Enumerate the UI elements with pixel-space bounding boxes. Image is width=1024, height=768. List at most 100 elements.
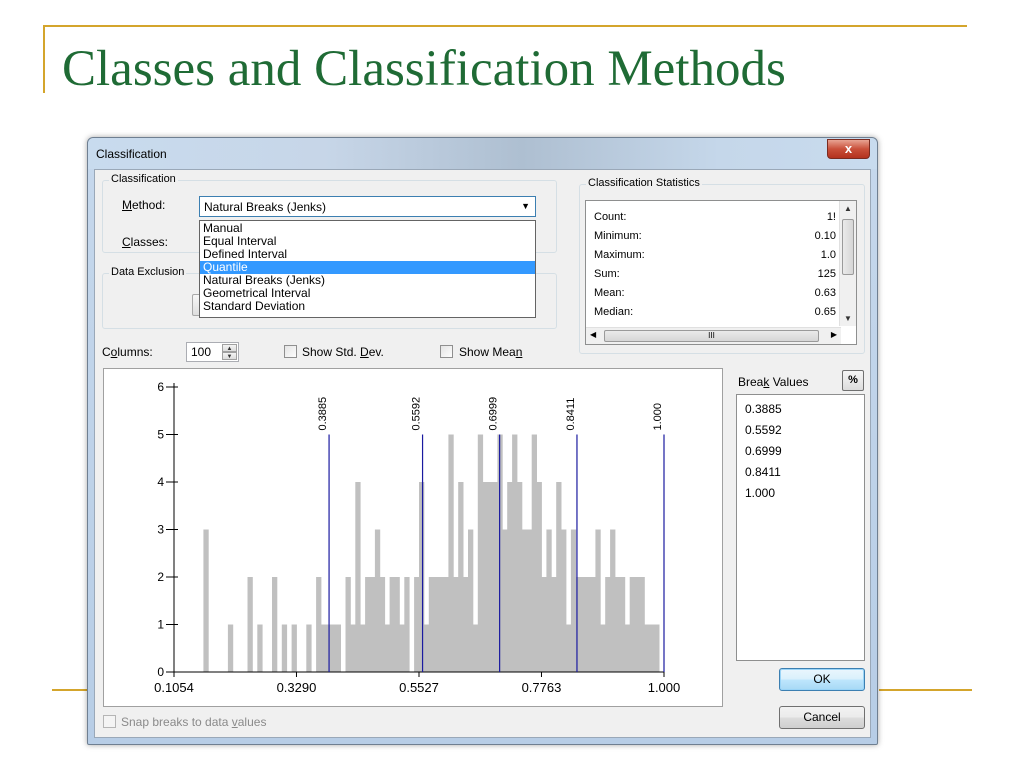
histogram-bar bbox=[389, 577, 395, 672]
scroll-thumb[interactable] bbox=[842, 219, 854, 275]
histogram-bar bbox=[463, 577, 469, 672]
histogram-bar bbox=[566, 624, 572, 672]
method-option[interactable]: Defined Interval bbox=[200, 248, 535, 261]
stat-label-median: Median: bbox=[594, 306, 634, 318]
x-tick-label: 1.000 bbox=[648, 680, 681, 695]
histogram-bar bbox=[517, 482, 523, 672]
break-value[interactable]: 1.000 bbox=[745, 486, 775, 500]
histogram-bar bbox=[649, 624, 655, 672]
ok-button[interactable]: OK bbox=[779, 668, 865, 691]
columns-label: Columns: bbox=[102, 345, 153, 359]
statistics-vertical-scrollbar[interactable]: ▲ ▼ bbox=[839, 201, 856, 326]
close-button[interactable]: x bbox=[827, 139, 870, 159]
histogram-bar bbox=[595, 529, 601, 672]
histogram-bar bbox=[600, 624, 606, 672]
slide-accent-vertical-line bbox=[43, 25, 45, 93]
histogram-bar bbox=[355, 482, 361, 672]
histogram-bar bbox=[590, 577, 596, 672]
statistics-horizontal-scrollbar[interactable]: ◀ III ▶ bbox=[586, 327, 841, 344]
histogram-bar bbox=[438, 577, 444, 672]
show-std-dev-checkbox[interactable] bbox=[284, 345, 297, 358]
slide-accent-top-line bbox=[43, 25, 967, 27]
histogram-bar bbox=[291, 624, 297, 672]
histogram-bar bbox=[512, 434, 518, 672]
stat-label-count: Count: bbox=[594, 211, 627, 223]
histogram-bar bbox=[492, 482, 498, 672]
histogram-bar bbox=[610, 529, 616, 672]
histogram-bar bbox=[423, 624, 430, 672]
scroll-up-icon[interactable]: ▲ bbox=[840, 204, 856, 213]
histogram-bar bbox=[570, 529, 577, 672]
spin-down-icon[interactable]: ▼ bbox=[222, 352, 237, 360]
show-mean-checkbox[interactable] bbox=[440, 345, 453, 358]
break-line-label: 0.6999 bbox=[488, 397, 500, 431]
histogram-bar bbox=[634, 577, 640, 672]
break-value[interactable]: 0.6999 bbox=[745, 444, 782, 458]
dialog-titlebar[interactable]: Classification x bbox=[88, 138, 877, 169]
break-value[interactable]: 0.8411 bbox=[745, 465, 781, 479]
percent-toggle-button[interactable]: % bbox=[842, 370, 864, 391]
spin-up-icon[interactable]: ▲ bbox=[222, 344, 237, 352]
dialog-title: Classification bbox=[96, 147, 167, 161]
break-line-label: 0.8411 bbox=[565, 398, 577, 431]
histogram-bar bbox=[330, 624, 337, 672]
histogram-bar bbox=[443, 577, 449, 672]
dialog-client-area: Classification Method: Natural Breaks (J… bbox=[94, 169, 871, 738]
histogram-bar bbox=[619, 577, 626, 672]
y-tick-label: 5 bbox=[157, 428, 164, 442]
break-line-label: 0.3885 bbox=[317, 397, 329, 431]
break-value[interactable]: 0.5592 bbox=[745, 423, 782, 437]
histogram-bar bbox=[394, 577, 400, 672]
histogram-bar bbox=[247, 577, 253, 672]
break-value[interactable]: 0.3885 bbox=[745, 402, 782, 416]
histogram-bar bbox=[639, 577, 645, 672]
y-tick-label: 6 bbox=[157, 380, 164, 394]
data-exclusion-group-legend: Data Exclusion bbox=[109, 266, 187, 278]
show-mean-label: Show Mean bbox=[459, 345, 523, 359]
histogram-bar bbox=[624, 624, 631, 672]
histogram-bar bbox=[585, 577, 591, 672]
snap-breaks-checkbox[interactable] bbox=[103, 715, 116, 728]
histogram-bar bbox=[468, 529, 474, 672]
histogram-bar bbox=[561, 529, 567, 672]
histogram-panel: 0 1 2 3 4 5 6 0.1054 0.3290 0.5527 0.7763 1.000 0.38… bbox=[103, 368, 723, 707]
histogram-bar bbox=[399, 624, 405, 672]
histogram-chart[interactable]: 0 1 2 3 4 5 6 0.1054 0.3290 0.5527 0.7763 1.000 0.38… bbox=[104, 369, 722, 706]
histogram-bar bbox=[227, 624, 234, 672]
scroll-down-icon[interactable]: ▼ bbox=[840, 314, 856, 323]
scroll-left-icon[interactable]: ◀ bbox=[590, 330, 596, 339]
columns-value: 100 bbox=[191, 345, 212, 359]
histogram-bar bbox=[345, 577, 351, 672]
histogram-bar bbox=[203, 529, 209, 672]
y-tick-label: 1 bbox=[157, 618, 164, 632]
show-std-dev-label: Show Std. Dev. bbox=[302, 345, 384, 359]
histogram-bar bbox=[374, 529, 381, 672]
histogram-bar bbox=[615, 577, 621, 672]
horizontal-scroll-thumb[interactable]: III bbox=[604, 330, 819, 342]
stat-value-median: 0.65 bbox=[814, 306, 836, 318]
method-option[interactable]: Standard Deviation bbox=[200, 300, 535, 313]
stat-label-maximum: Maximum: bbox=[594, 249, 645, 261]
histogram-bar bbox=[404, 577, 410, 672]
histogram-bar bbox=[316, 577, 322, 672]
cancel-button[interactable]: Cancel bbox=[779, 706, 865, 729]
break-values-label: Break Values bbox=[738, 375, 809, 389]
break-values-list[interactable]: 0.3885 0.5592 0.6999 0.8411 1.000 bbox=[736, 394, 865, 661]
histogram-bar bbox=[453, 577, 459, 672]
y-tick-label: 4 bbox=[157, 475, 164, 489]
slide-accent-bottom-line-right bbox=[879, 689, 972, 691]
columns-spinner[interactable]: 100 ▲ ▼ bbox=[186, 342, 239, 362]
histogram-bar bbox=[428, 577, 435, 672]
chevron-down-icon[interactable]: ▼ bbox=[521, 201, 530, 211]
histogram-bar bbox=[379, 577, 386, 672]
scroll-right-icon[interactable]: ▶ bbox=[831, 330, 837, 339]
method-select[interactable]: Natural Breaks (Jenks) ▼ bbox=[199, 196, 536, 217]
histogram-bar bbox=[335, 624, 341, 672]
stat-label-mean: Mean: bbox=[594, 287, 625, 299]
method-dropdown-list[interactable]: Manual Equal Interval Defined Interval Q… bbox=[199, 220, 536, 318]
histogram-bar bbox=[272, 577, 278, 672]
histogram-bar bbox=[384, 624, 390, 672]
histogram-bar bbox=[370, 577, 376, 672]
statistics-box: Count: 1! Minimum: 0.10 Maximum: 1.0 Sum… bbox=[585, 200, 857, 345]
histogram-bar bbox=[419, 482, 425, 672]
